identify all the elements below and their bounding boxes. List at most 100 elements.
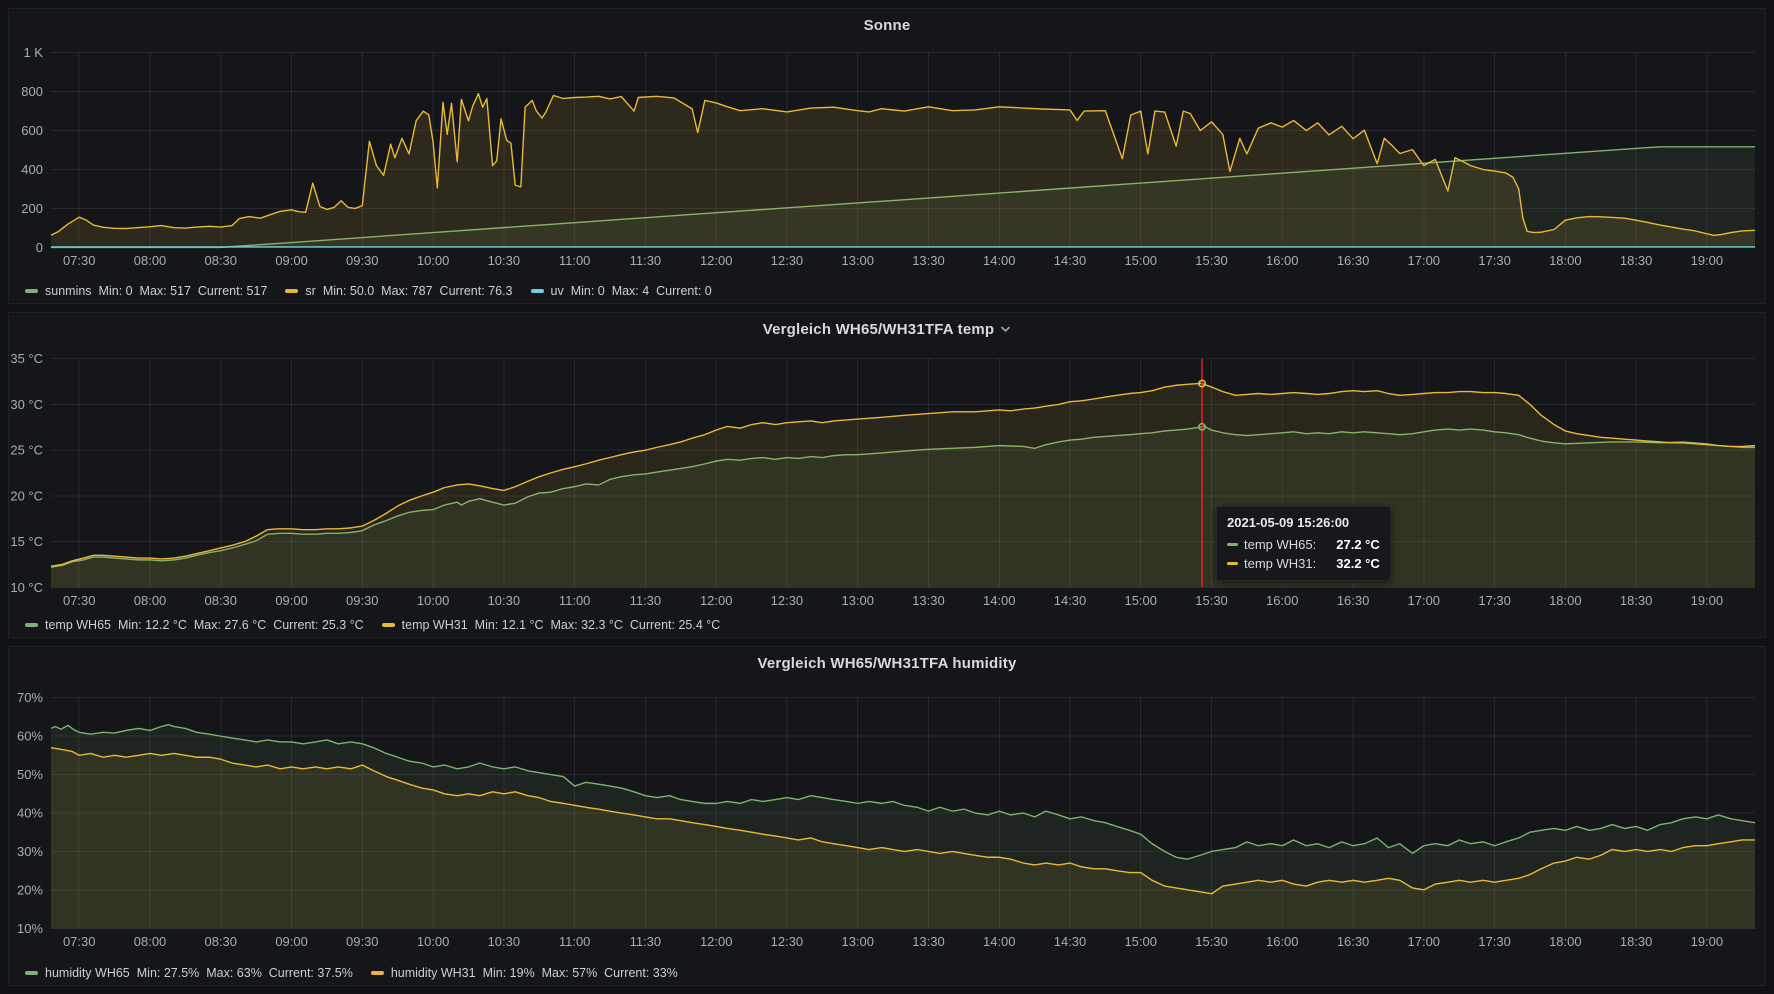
panel-title-temp[interactable]: Vergleich WH65/WH31TFA temp	[763, 321, 995, 338]
legend-series-name[interactable]: humidity WH31	[391, 966, 476, 980]
svg-text:11:30: 11:30	[630, 934, 661, 949]
svg-text:50%: 50%	[17, 767, 43, 782]
legend-series-name[interactable]: temp WH31	[402, 618, 468, 632]
svg-text:16:00: 16:00	[1266, 934, 1298, 949]
chart-svg-2[interactable]: 07:3008:0008:3009:0009:3010:0010:3011:00…	[9, 647, 1765, 985]
svg-text:18:00: 18:00	[1549, 253, 1581, 268]
svg-text:17:00: 17:00	[1408, 593, 1440, 608]
panel-menu-caret-icon[interactable]	[1000, 320, 1011, 338]
svg-text:17:30: 17:30	[1478, 593, 1510, 608]
legend-item-temp-wh31[interactable]: temp WH31 Min: 12.1 °C Max: 32.3 °C Curr…	[382, 618, 721, 632]
legend-series-name[interactable]: humidity WH65	[45, 966, 130, 980]
legend-item-uv[interactable]: uv Min: 0 Max: 4 Current: 0	[531, 284, 712, 298]
series-swatch-icon	[25, 971, 38, 975]
svg-text:07:30: 07:30	[63, 934, 95, 949]
svg-text:14:00: 14:00	[983, 253, 1015, 268]
chart-svg-0[interactable]: 07:3008:0008:3009:0009:3010:0010:3011:00…	[9, 9, 1765, 303]
svg-text:16:30: 16:30	[1337, 593, 1369, 608]
svg-text:16:30: 16:30	[1337, 253, 1369, 268]
legend-series-stats: Min: 50.0 Max: 787 Current: 76.3	[323, 284, 513, 298]
legend-series-name[interactable]: sunmins	[45, 284, 92, 298]
panel-sonne: 07:3008:0008:3009:0009:3010:0010:3011:00…	[8, 8, 1766, 304]
legend-series-name[interactable]: temp WH65	[45, 618, 111, 632]
svg-text:15:30: 15:30	[1195, 593, 1227, 608]
svg-text:08:00: 08:00	[134, 593, 166, 608]
legend-item-humidity-wh65[interactable]: humidity WH65 Min: 27.5% Max: 63% Curren…	[25, 966, 353, 980]
svg-text:15:30: 15:30	[1195, 253, 1227, 268]
svg-text:25 °C: 25 °C	[10, 443, 43, 458]
svg-text:12:00: 12:00	[700, 934, 732, 949]
svg-text:30 °C: 30 °C	[10, 397, 43, 412]
svg-text:08:30: 08:30	[205, 593, 237, 608]
panel-humidity-vergleich: 07:3008:0008:3009:0009:3010:0010:3011:00…	[8, 646, 1766, 986]
svg-text:70%: 70%	[17, 690, 43, 705]
svg-text:08:30: 08:30	[205, 934, 237, 949]
svg-text:18:30: 18:30	[1620, 253, 1652, 268]
svg-text:14:00: 14:00	[983, 934, 1015, 949]
svg-text:19:00: 19:00	[1691, 593, 1723, 608]
series-swatch-icon	[25, 289, 38, 293]
tooltip-series-value: 32.2 °C	[1322, 556, 1380, 571]
series-swatch-icon	[25, 623, 38, 627]
svg-text:18:30: 18:30	[1620, 934, 1652, 949]
svg-text:10:30: 10:30	[488, 934, 520, 949]
svg-text:09:30: 09:30	[346, 253, 378, 268]
legend-temp: temp WH65 Min: 12.2 °C Max: 27.6 °C Curr…	[25, 618, 720, 632]
panel-title-sonne[interactable]: Sonne	[864, 17, 911, 34]
panel-header-humidity: Vergleich WH65/WH31TFA humidity	[9, 651, 1765, 675]
legend-series-stats: Min: 27.5% Max: 63% Current: 37.5%	[137, 966, 353, 980]
legend-series-stats: Min: 0 Max: 4 Current: 0	[571, 284, 712, 298]
svg-text:10:00: 10:00	[417, 593, 449, 608]
svg-text:09:30: 09:30	[346, 934, 378, 949]
svg-text:400: 400	[21, 162, 43, 177]
svg-text:08:30: 08:30	[205, 253, 237, 268]
svg-text:10:30: 10:30	[488, 253, 520, 268]
svg-text:07:30: 07:30	[63, 253, 95, 268]
chart-svg-1[interactable]: 07:3008:0008:3009:0009:3010:0010:3011:00…	[9, 313, 1765, 637]
panel-title-humidity[interactable]: Vergleich WH65/WH31TFA humidity	[757, 655, 1016, 672]
svg-text:14:30: 14:30	[1054, 934, 1086, 949]
legend-item-humidity-wh31[interactable]: humidity WH31 Min: 19% Max: 57% Current:…	[371, 966, 678, 980]
svg-text:17:30: 17:30	[1478, 934, 1510, 949]
svg-text:18:00: 18:00	[1549, 934, 1581, 949]
svg-text:11:00: 11:00	[559, 253, 591, 268]
legend-item-temp-wh65[interactable]: temp WH65 Min: 12.2 °C Max: 27.6 °C Curr…	[25, 618, 364, 632]
legend-series-name[interactable]: uv	[551, 284, 564, 298]
svg-text:15:30: 15:30	[1195, 934, 1227, 949]
svg-text:20%: 20%	[17, 882, 43, 897]
svg-text:30%: 30%	[17, 844, 43, 859]
legend-series-name[interactable]: sr	[305, 284, 315, 298]
legend-item-sr[interactable]: sr Min: 50.0 Max: 787 Current: 76.3	[285, 284, 512, 298]
svg-text:800: 800	[21, 84, 43, 99]
tooltip-series-value: 27.2 °C	[1322, 537, 1380, 552]
svg-text:14:00: 14:00	[983, 593, 1015, 608]
svg-text:13:30: 13:30	[912, 934, 944, 949]
series-swatch-icon	[1227, 543, 1238, 546]
svg-text:19:00: 19:00	[1691, 253, 1723, 268]
svg-text:35 °C: 35 °C	[10, 351, 43, 366]
svg-text:09:00: 09:00	[275, 593, 307, 608]
panel-temp-vergleich: 07:3008:0008:3009:0009:3010:0010:3011:00…	[8, 312, 1766, 638]
svg-text:19:00: 19:00	[1691, 934, 1723, 949]
series-swatch-icon	[285, 289, 298, 293]
svg-text:12:30: 12:30	[771, 253, 803, 268]
svg-text:07:30: 07:30	[63, 593, 95, 608]
svg-text:13:00: 13:00	[841, 593, 873, 608]
svg-text:13:00: 13:00	[841, 934, 873, 949]
legend-item-sunmins[interactable]: sunmins Min: 0 Max: 517 Current: 517	[25, 284, 267, 298]
svg-text:10:30: 10:30	[488, 593, 520, 608]
panel-header-temp: Vergleich WH65/WH31TFA temp	[9, 317, 1765, 341]
tooltip-row: temp WH65: 27.2 °C	[1227, 537, 1380, 552]
svg-text:12:30: 12:30	[771, 593, 803, 608]
svg-text:15:00: 15:00	[1124, 593, 1156, 608]
svg-text:13:00: 13:00	[841, 253, 873, 268]
svg-text:14:30: 14:30	[1054, 253, 1086, 268]
svg-text:11:30: 11:30	[630, 593, 662, 608]
panel-header-sonne: Sonne	[9, 13, 1765, 37]
svg-text:09:00: 09:00	[275, 253, 307, 268]
svg-text:11:00: 11:00	[559, 934, 590, 949]
svg-text:10:00: 10:00	[417, 253, 449, 268]
tooltip-series-label: temp WH65:	[1244, 537, 1316, 552]
svg-text:13:30: 13:30	[912, 253, 944, 268]
series-swatch-icon	[371, 971, 384, 975]
